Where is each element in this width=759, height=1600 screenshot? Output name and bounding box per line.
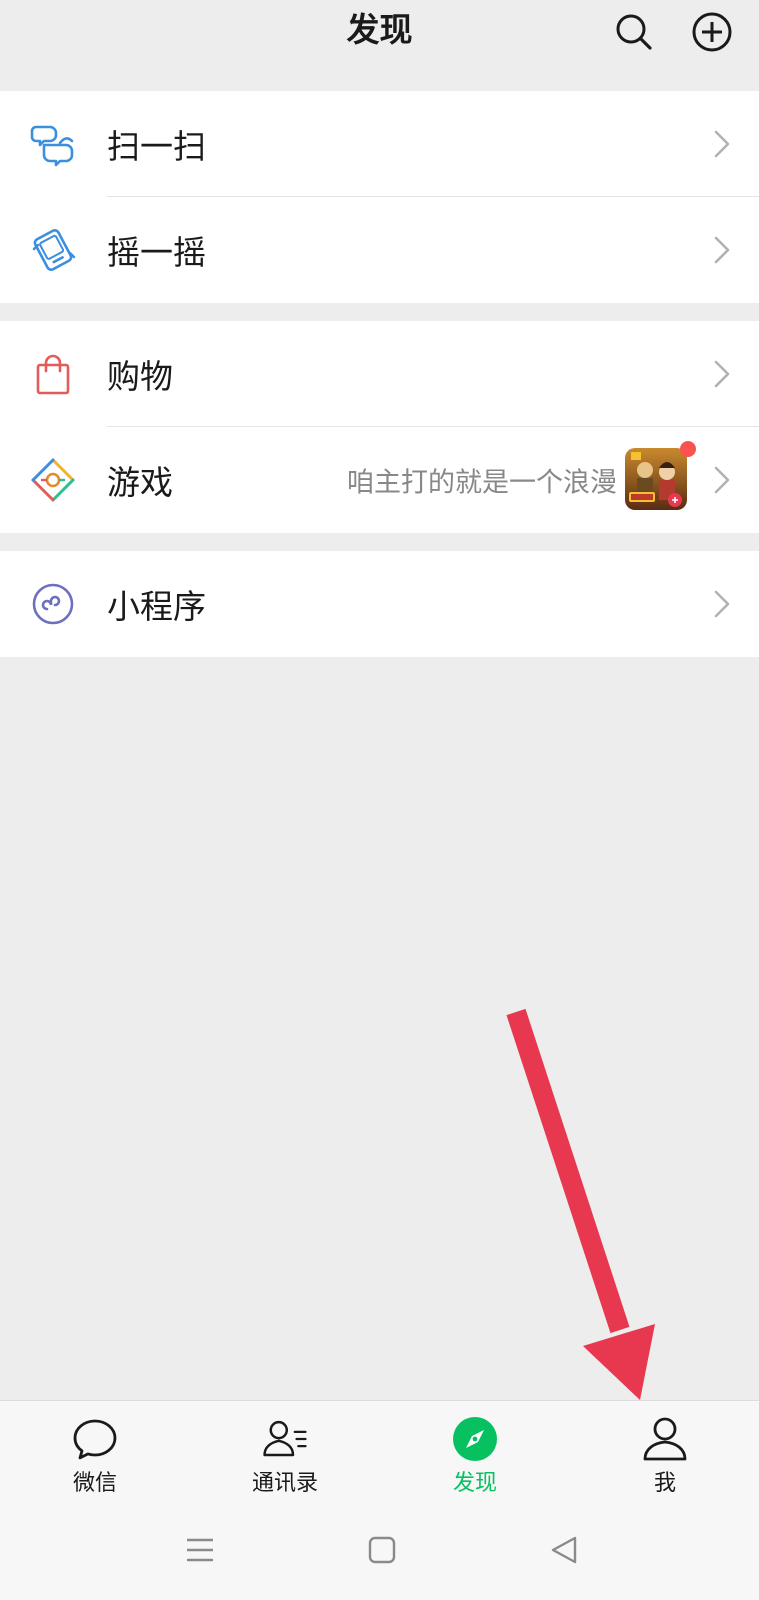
menu-item-label: 扫一扫: [107, 127, 206, 166]
bottom-tab-bar: 微信 通讯录 发现 我: [0, 1400, 759, 1501]
menu-group-services: 购物 游戏 咱主打的就是一个浪漫: [0, 321, 759, 533]
tab-contacts[interactable]: 通讯录: [190, 1401, 380, 1501]
chat-bubble-icon: [71, 1415, 119, 1463]
shopping-bag-icon: [30, 351, 76, 397]
chevron-right-icon: [714, 590, 730, 618]
top-bar: 发现: [0, 0, 759, 90]
notification-badge: [680, 441, 696, 457]
system-navigation-bar: [0, 1500, 759, 1600]
game-thumbnail: [625, 448, 687, 510]
menu-item-games[interactable]: 游戏 咱主打的就是一个浪漫: [0, 427, 759, 533]
back-icon: [551, 1536, 577, 1564]
menu-item-mini-programs[interactable]: 小程序: [0, 551, 759, 657]
shake-icon: [30, 227, 76, 273]
tab-label: 发现: [452, 1471, 497, 1496]
contacts-icon: [261, 1415, 309, 1463]
menu-icon: [187, 1538, 213, 1562]
home-button[interactable]: [358, 1526, 406, 1574]
menu-item-label: 小程序: [107, 587, 206, 626]
mini-program-icon: [30, 581, 76, 627]
tab-label: 我: [653, 1471, 676, 1496]
menu-group-mini-programs: 小程序: [0, 551, 759, 657]
game-description: 咱主打的就是一个浪漫: [347, 467, 617, 499]
search-button[interactable]: [608, 6, 660, 58]
game-icon: [30, 457, 76, 503]
back-button[interactable]: [540, 1526, 588, 1574]
menu-item-label: 摇一摇: [107, 233, 206, 272]
person-icon: [641, 1415, 689, 1463]
tab-label: 通讯录: [251, 1471, 318, 1496]
plus-circle-icon: [692, 12, 732, 52]
menu-item-shopping[interactable]: 购物: [0, 321, 759, 427]
tab-me[interactable]: 我: [570, 1401, 759, 1501]
menu-item-label: 游戏: [107, 463, 173, 502]
menu-item-scan[interactable]: 扫一扫: [0, 91, 759, 197]
tab-chats[interactable]: 微信: [0, 1401, 190, 1501]
tab-discover[interactable]: 发现: [380, 1401, 570, 1501]
chevron-right-icon: [714, 360, 730, 388]
add-button[interactable]: [686, 6, 738, 58]
scan-icon: [30, 121, 76, 167]
menu-item-label: 购物: [107, 357, 173, 396]
search-icon: [616, 14, 652, 50]
menu-button[interactable]: [176, 1526, 224, 1574]
chevron-right-icon: [714, 466, 730, 494]
menu-group-tools: 扫一扫 摇一摇: [0, 91, 759, 303]
home-icon: [368, 1536, 396, 1564]
compass-icon: [451, 1415, 499, 1463]
chevron-right-icon: [714, 130, 730, 158]
menu-item-shake[interactable]: 摇一摇: [0, 197, 759, 303]
chevron-right-icon: [714, 236, 730, 264]
tab-label: 微信: [72, 1471, 117, 1496]
